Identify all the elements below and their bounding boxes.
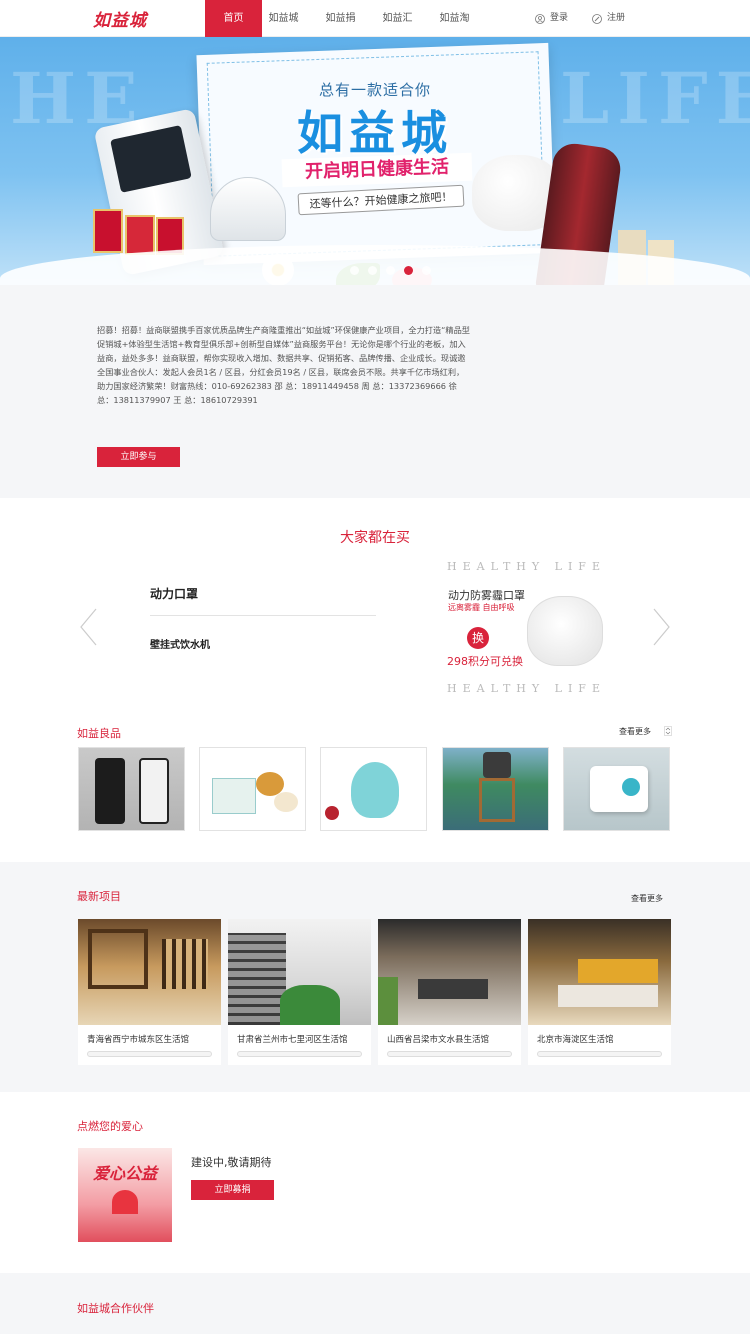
project-image xyxy=(378,919,521,1025)
promo-sub: 远离雾霾 自由呼吸 xyxy=(448,603,515,612)
projects-title: 最新项目 xyxy=(77,890,121,903)
banner-title: 如益城 xyxy=(297,106,453,160)
project-name: 甘肃省兰州市七里河区生活馆 xyxy=(237,1035,348,1045)
project-image xyxy=(528,919,671,1025)
edit-icon xyxy=(592,13,602,24)
projects-more-link[interactable]: 查看更多 xyxy=(631,893,663,904)
project-name: 山西省吕梁市文水县生活馆 xyxy=(387,1035,490,1045)
nav-item-ruyicheng[interactable]: 如益城 xyxy=(255,0,312,37)
prev-arrow-icon[interactable] xyxy=(78,607,98,647)
hero-banner[interactable]: HE LIFE 总有一款适合你 如益城 开启明日健康生活 还等什么？开始健康之旅… xyxy=(0,37,750,285)
exchange-badge: 换 xyxy=(467,627,489,649)
carousel-dot[interactable] xyxy=(368,266,377,275)
project-name: 北京市海淀区生活馆 xyxy=(537,1035,614,1045)
project-image xyxy=(228,919,371,1025)
love-title: 点燃您的爱心 xyxy=(77,1120,143,1133)
popular-divider xyxy=(150,615,376,616)
top-header: 如益城 首页 如益城 如益捐 如益汇 如益淘 登录 注册 xyxy=(0,0,750,37)
partners-title: 如益城合作伙伴 xyxy=(77,1302,154,1315)
healthy-life-text-bottom: HEALTHY LIFE xyxy=(447,682,606,695)
goods-item-air-purifier[interactable] xyxy=(78,747,185,831)
project-name: 青海省西宁市城东区生活馆 xyxy=(87,1035,190,1045)
intro-section: 招募！招募！益商联盟携手百家优质品牌生产商隆重推出“如益城”环保健康产业项目，全… xyxy=(0,285,750,498)
goods-item-food-box[interactable] xyxy=(199,747,306,831)
promo-name: 动力防雾霾口罩 xyxy=(448,589,525,602)
project-card[interactable]: 青海省西宁市城东区生活馆 xyxy=(78,919,221,1065)
project-progress-bar xyxy=(387,1051,512,1057)
carousel-dot[interactable] xyxy=(386,266,395,275)
register-label: 注册 xyxy=(607,13,626,23)
gift-box-image xyxy=(93,209,123,253)
login-label: 登录 xyxy=(550,13,569,23)
project-progress-bar xyxy=(537,1051,662,1057)
mask-product-image[interactable] xyxy=(527,596,603,666)
love-status: 建设中,敬请期待 xyxy=(191,1156,272,1169)
charity-image[interactable]: 爱心公益 xyxy=(78,1148,172,1242)
nav-item-ruyitao[interactable]: 如益淘 xyxy=(426,0,483,37)
next-arrow-icon[interactable] xyxy=(652,607,672,647)
popular-title: 大家都在买 xyxy=(340,530,410,546)
nav-item-ruyihui[interactable]: 如益汇 xyxy=(369,0,426,37)
scroll-arrows-icon[interactable] xyxy=(664,726,672,736)
popular-item[interactable]: 壁挂式饮水机 xyxy=(150,636,210,651)
goods-item-water-bucket[interactable] xyxy=(442,747,549,831)
join-button[interactable]: 立即参与 xyxy=(97,447,180,467)
healthy-life-text-top: HEALTHY LIFE xyxy=(447,560,606,573)
user-icon xyxy=(535,13,545,24)
project-card[interactable]: 甘肃省兰州市七里河区生活馆 xyxy=(228,919,371,1065)
project-progress-bar xyxy=(237,1051,362,1057)
carousel-dots xyxy=(350,266,431,275)
nav-item-ruyijuan[interactable]: 如益捐 xyxy=(312,0,369,37)
site-logo[interactable]: 如益城 xyxy=(93,6,147,31)
project-image xyxy=(78,919,221,1025)
nav-item-home[interactable]: 首页 xyxy=(205,0,262,37)
intro-text: 招募！招募！益商联盟携手百家优质品牌生产商隆重推出“如益城”环保健康产业项目，全… xyxy=(97,325,470,405)
carousel-dot[interactable] xyxy=(422,266,431,275)
project-progress-bar xyxy=(87,1051,212,1057)
goods-more-link[interactable]: 查看更多 xyxy=(619,726,651,737)
charity-image-text: 爱心公益 xyxy=(92,1164,157,1183)
gift-box-image-2 xyxy=(125,215,155,255)
carousel-dot-active[interactable] xyxy=(404,266,413,275)
goods-item-wall-purifier[interactable] xyxy=(563,747,670,831)
goods-item-humidifier[interactable] xyxy=(320,747,427,831)
register-link[interactable]: 注册 xyxy=(592,0,625,37)
donate-button[interactable]: 立即募捐 xyxy=(191,1180,274,1200)
popular-item[interactable]: 动力口罩 xyxy=(150,585,198,602)
carousel-dot[interactable] xyxy=(350,266,359,275)
goods-title: 如益良品 xyxy=(77,727,121,740)
partners-section: 如益城合作伙伴 xyxy=(0,1273,750,1334)
project-card[interactable]: 山西省吕梁市文水县生活馆 xyxy=(378,919,521,1065)
login-link[interactable]: 登录 xyxy=(535,0,568,37)
project-card[interactable]: 北京市海淀区生活馆 xyxy=(528,919,671,1065)
promo-price: 298积分可兑换 xyxy=(447,655,523,668)
